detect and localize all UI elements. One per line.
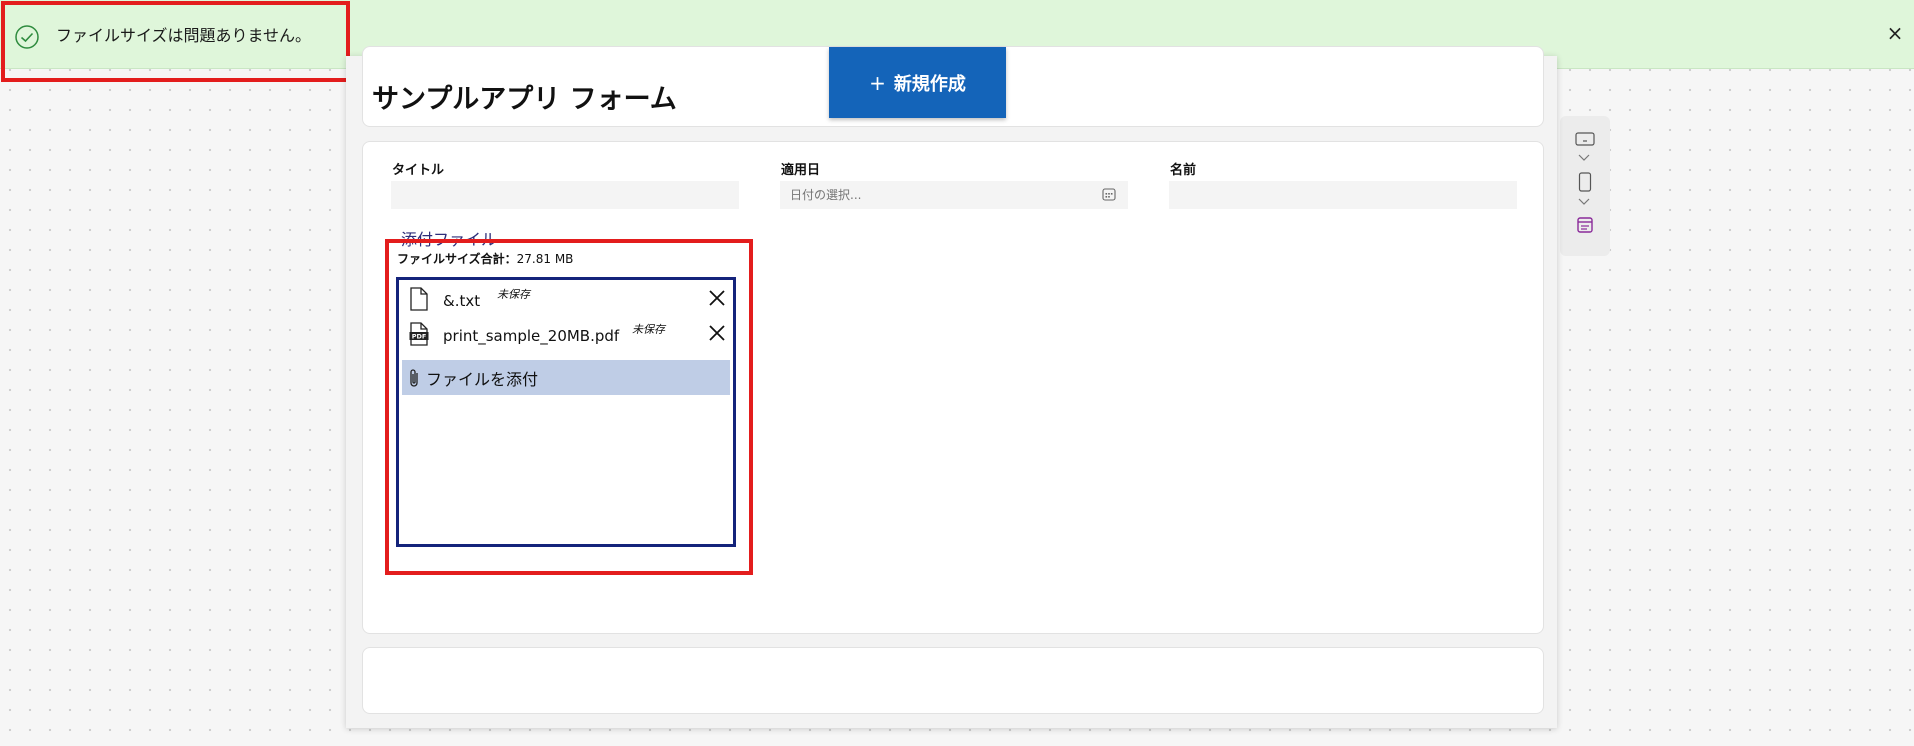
attach-file-button[interactable]: ファイルを添付 [402,360,730,395]
page-title: サンプルアプリ フォーム [372,84,677,115]
file-size-total-value: 27.81 MB [516,252,574,266]
remove-attachment-icon[interactable] [707,288,727,308]
title-input[interactable] [391,181,739,209]
attachment-control: &.txt 未保存 PDF print_sample_20MB.pdf 未保存 [396,277,736,547]
attach-file-label: ファイルを添付 [426,369,539,389]
chevron-down-icon[interactable] [1578,154,1590,162]
attachment-item[interactable]: PDF print_sample_20MB.pdf 未保存 [409,319,731,349]
form-card: タイトル 適用日 名前 添付ファイル ファイルサイズ合計：27.81 MB [362,141,1544,634]
date-picker-input[interactable] [780,181,1128,209]
monitor-icon[interactable] [1575,132,1595,148]
field-label-title: タイトル [392,163,445,178]
pdf-icon: PDF [409,322,429,346]
attachment-status: 未保存 [497,288,530,301]
attachment-item[interactable]: &.txt 未保存 [409,284,731,314]
remove-attachment-icon[interactable] [707,323,727,343]
plus-icon: + [869,70,886,95]
close-icon[interactable]: × [1880,18,1910,48]
attachments-label: 添付ファイル [401,230,498,249]
attachment-name: print_sample_20MB.pdf [443,327,620,345]
svg-text:PDF: PDF [412,333,427,341]
phone-icon[interactable] [1578,172,1592,192]
field-label-name: 名前 [1170,163,1197,178]
calendar-icon[interactable] [1102,188,1116,201]
device-rail [1560,116,1610,256]
chevron-down-icon[interactable] [1578,198,1590,206]
notification-message: ファイルサイズは問題ありません。 [56,26,312,45]
attachment-name: &.txt [443,292,481,310]
field-label-date: 適用日 [781,163,821,178]
new-button-label: 新規作成 [893,73,966,95]
name-input[interactable] [1169,181,1517,209]
file-icon [410,287,428,311]
form-icon[interactable] [1577,217,1593,233]
footer-card [362,647,1544,714]
header-card: サンプルアプリ フォーム + 新規作成 [362,46,1544,127]
file-size-total: ファイルサイズ合計：27.81 MB [397,250,573,267]
attachment-status: 未保存 [632,323,665,336]
file-size-total-label: ファイルサイズ合計： [397,252,517,266]
check-circle-icon [15,25,39,49]
new-button[interactable]: + 新規作成 [829,47,1006,118]
paperclip-icon [410,368,418,387]
app-canvas: サンプルアプリ フォーム + 新規作成 タイトル 適用日 名前 添付ファイル フ… [346,46,1557,728]
